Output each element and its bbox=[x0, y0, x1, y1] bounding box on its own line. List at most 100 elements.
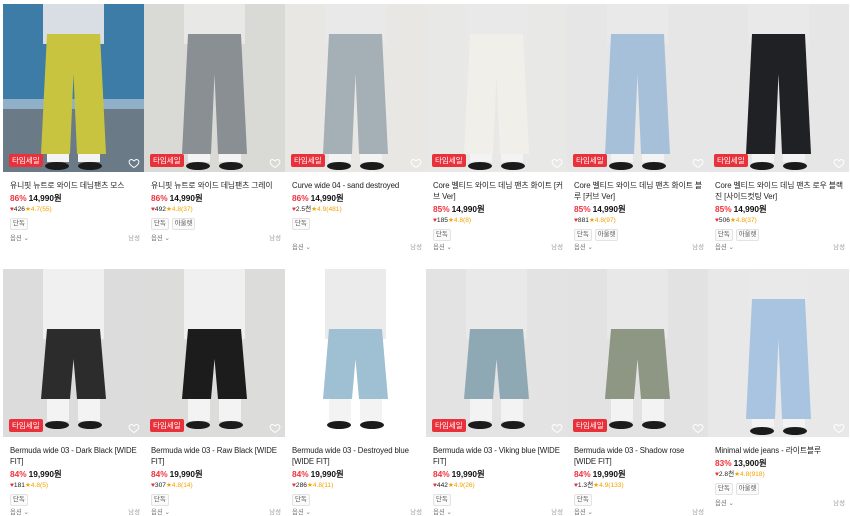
gender-label: 남성 bbox=[410, 244, 422, 251]
option-dropdown[interactable]: 옵션 ⌄ bbox=[715, 242, 734, 251]
discount-rate: 84% bbox=[433, 469, 450, 479]
product-tag: 단독 bbox=[574, 494, 592, 506]
product-name[interactable]: Core 벨티드 와이드 데님 팬츠 화이트 [커브 Ver] bbox=[433, 180, 567, 202]
wishlist-heart-icon[interactable] bbox=[128, 157, 140, 169]
discount-rate: 85% bbox=[715, 204, 732, 214]
gender-label: 남성 bbox=[692, 244, 704, 251]
product-thumbnail[interactable]: 타임세일 bbox=[567, 4, 708, 172]
like-count: 185 bbox=[436, 217, 448, 224]
option-dropdown[interactable]: 옵션 ⌄ bbox=[10, 233, 29, 242]
product-image bbox=[708, 269, 849, 437]
gender-label: 남성 bbox=[128, 235, 140, 242]
product-thumbnail[interactable] bbox=[708, 269, 849, 437]
product-thumbnail[interactable]: 타임세일 bbox=[426, 4, 567, 172]
like-count: 492 bbox=[154, 206, 166, 213]
price-line: 83% 13,900원 bbox=[715, 458, 849, 469]
product-thumbnail[interactable]: 타임세일 bbox=[144, 269, 285, 437]
wishlist-heart-icon[interactable] bbox=[410, 157, 422, 169]
product-card[interactable]: 타임세일 Curve wide 04 - sand destroyed 86% 14,… bbox=[285, 4, 426, 259]
product-card[interactable]: 타임세일 Bermuda wide 03 - Viking blue [WIDE … bbox=[426, 269, 567, 516]
product-image bbox=[144, 269, 285, 437]
option-label: 옵션 bbox=[433, 509, 445, 516]
product-tags: 단독 bbox=[10, 218, 144, 230]
product-name[interactable]: 유니핏 뉴트로 와이드 데님팬츠 모스 bbox=[10, 180, 144, 191]
discount-rate: 85% bbox=[433, 204, 450, 214]
product-card[interactable]: 타임세일 Bermuda wide 03 - Raw Black [WIDE FI… bbox=[144, 269, 285, 516]
time-sale-badge: 타임세일 bbox=[573, 154, 607, 167]
discount-rate: 83% bbox=[715, 458, 732, 468]
wishlist-heart-icon[interactable] bbox=[128, 422, 140, 434]
product-card[interactable]: 타임세일유니핏 뉴트로 와이드 데님팬츠 모스 86% 14,990원 ♥426★4.… bbox=[3, 4, 144, 259]
option-dropdown[interactable]: 옵션 ⌄ bbox=[151, 507, 170, 516]
product-name[interactable]: Core 벨티드 와이드 데님 팬츠 화이트 블루 [커브 Ver] bbox=[574, 180, 708, 202]
product-name[interactable]: Core 벨티드 와이드 데님 팬츠 로우 블랙진 [사이드컷팅 Ver] bbox=[715, 180, 849, 202]
product-card[interactable]: 타임세일 유니핏 뉴트로 와이드 데님팬츠 그레이 86% 14,990원 ♥492★4… bbox=[144, 4, 285, 259]
like-count: 881 bbox=[577, 217, 589, 224]
wishlist-heart-icon[interactable] bbox=[269, 157, 281, 169]
product-thumbnail[interactable]: 타임세일 bbox=[3, 4, 144, 172]
price-line: 86% 14,990원 bbox=[10, 193, 144, 204]
gender-label: 남성 bbox=[551, 509, 563, 516]
product-tags: 단독 아울렛 bbox=[151, 218, 285, 230]
product-tag: 단독 bbox=[151, 218, 169, 230]
discount-rate: 85% bbox=[574, 204, 591, 214]
product-thumbnail[interactable]: 타임세일 bbox=[708, 4, 849, 172]
sale-price: 19,990원 bbox=[169, 469, 203, 479]
product-name[interactable]: Bermuda wide 03 - Raw Black [WIDE FIT] bbox=[151, 445, 285, 467]
product-card[interactable]: 타임세일 Core 벨티드 와이드 데님 팬츠 화이트 [커브 Ver] 85% 14… bbox=[426, 4, 567, 259]
option-dropdown[interactable]: 옵션 ⌄ bbox=[574, 507, 593, 516]
discount-rate: 84% bbox=[574, 469, 591, 479]
gender-label: 남성 bbox=[269, 235, 281, 242]
product-card[interactable]: Bermuda wide 03 - Destroyed blue [WIDE F… bbox=[285, 269, 426, 516]
product-image bbox=[708, 4, 849, 172]
product-name[interactable]: Bermuda wide 03 - Dark Black [WIDE FIT] bbox=[10, 445, 144, 467]
wishlist-heart-icon[interactable] bbox=[551, 157, 563, 169]
wishlist-heart-icon[interactable] bbox=[269, 422, 281, 434]
product-name[interactable]: 유니핏 뉴트로 와이드 데님팬츠 그레이 bbox=[151, 180, 285, 191]
product-name[interactable]: Bermuda wide 03 - Viking blue [WIDE FIT] bbox=[433, 445, 567, 467]
option-dropdown[interactable]: 옵션 ⌄ bbox=[10, 507, 29, 516]
product-thumbnail[interactable]: 타임세일 bbox=[144, 4, 285, 172]
product-tag: 단독 bbox=[433, 229, 451, 241]
option-label: 옵션 bbox=[715, 244, 727, 251]
product-grid: 타임세일 유니핏 뉴트로 와이드 데님팬츠 모스 86% 14,990원 ♥426★4.… bbox=[0, 0, 850, 516]
discount-rate: 84% bbox=[10, 469, 27, 479]
wishlist-heart-icon[interactable] bbox=[410, 422, 422, 434]
product-card[interactable]: 타임세일 Core 벨티드 와이드 데님 팬츠 로우 블랙진 [사이드컷팅 Ver… bbox=[708, 4, 849, 259]
product-thumbnail[interactable] bbox=[285, 269, 426, 437]
wishlist-heart-icon[interactable] bbox=[833, 422, 845, 434]
product-card[interactable]: 타임세일 Bermuda wide 03 - Dark Black [WIDE F… bbox=[3, 269, 144, 516]
option-dropdown[interactable]: 옵션 ⌄ bbox=[574, 242, 593, 251]
product-stats: ♥506★4.8(37) bbox=[715, 216, 849, 225]
option-label: 옵션 bbox=[433, 244, 445, 251]
product-thumbnail[interactable]: 타임세일 bbox=[3, 269, 144, 437]
product-name[interactable]: Bermuda wide 03 - Destroyed blue [WIDE F… bbox=[292, 445, 426, 467]
wishlist-heart-icon[interactable] bbox=[692, 157, 704, 169]
product-card[interactable]: 타임세일 Bermuda wide 03 - Shadow rose [WIDE … bbox=[567, 269, 708, 516]
wishlist-heart-icon[interactable] bbox=[551, 422, 563, 434]
product-stats: ♥286★4.8(11) bbox=[292, 481, 426, 490]
option-dropdown[interactable]: 옵션 ⌄ bbox=[292, 242, 311, 251]
product-name[interactable]: Curve wide 04 - sand destroyed bbox=[292, 180, 426, 191]
product-name[interactable]: Bermuda wide 03 - Shadow rose [WIDE FIT] bbox=[574, 445, 708, 467]
product-thumbnail[interactable]: 타임세일 bbox=[567, 269, 708, 437]
gender-label: 남성 bbox=[692, 509, 704, 516]
product-card[interactable]: Minimal wide jeans - 라이트블루 83% 13,900원 ♥2.8… bbox=[708, 269, 849, 516]
option-dropdown[interactable]: 옵션 ⌄ bbox=[151, 233, 170, 242]
wishlist-heart-icon[interactable] bbox=[692, 422, 704, 434]
time-sale-badge: 타임세일 bbox=[9, 419, 43, 432]
product-card[interactable]: 타임세일 Core 벨티드 와이드 데님 팬츠 화이트 블루 [커브 Ver] 85… bbox=[567, 4, 708, 259]
option-dropdown[interactable]: 옵션 ⌄ bbox=[715, 498, 734, 507]
option-dropdown[interactable]: 옵션 ⌄ bbox=[292, 507, 311, 516]
option-dropdown[interactable]: 옵션 ⌄ bbox=[433, 507, 452, 516]
product-image bbox=[567, 4, 708, 172]
rating: 4.8(5) bbox=[30, 482, 49, 489]
wishlist-heart-icon[interactable] bbox=[833, 157, 845, 169]
option-label: 옵션 bbox=[151, 235, 163, 242]
option-dropdown[interactable]: 옵션 ⌄ bbox=[433, 242, 452, 251]
product-tags: 단독 bbox=[574, 494, 708, 506]
product-thumbnail[interactable]: 타임세일 bbox=[426, 269, 567, 437]
product-stats: ♥426★4.7(55) bbox=[10, 205, 144, 214]
product-name[interactable]: Minimal wide jeans - 라이트블루 bbox=[715, 445, 849, 456]
product-thumbnail[interactable]: 타임세일 bbox=[285, 4, 426, 172]
